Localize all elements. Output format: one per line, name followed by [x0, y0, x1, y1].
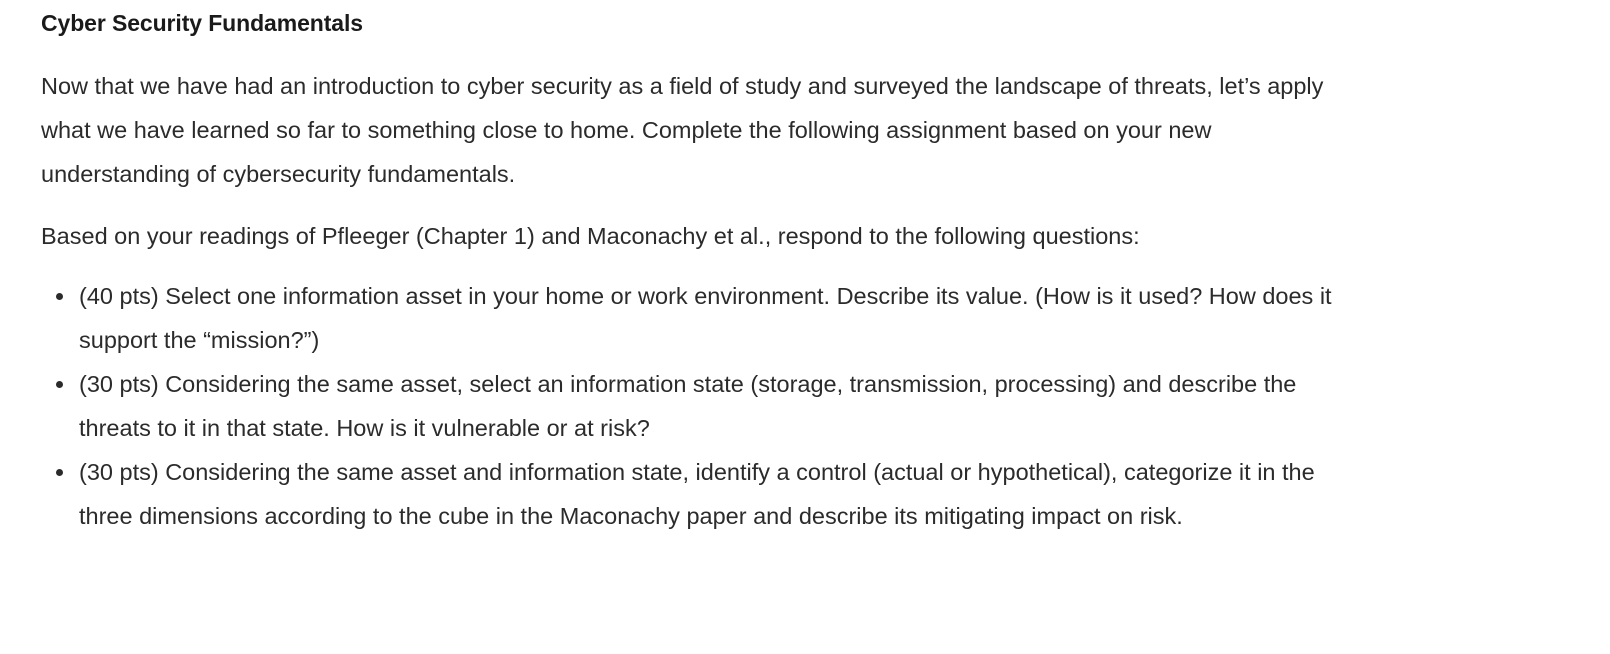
assignment-page: Cyber Security Fundamentals Now that we …: [0, 0, 1610, 654]
list-item: (30 pts) Considering the same asset, sel…: [41, 362, 1361, 450]
question-text: (30 pts) Considering the same asset, sel…: [79, 371, 1297, 441]
question-text: (30 pts) Considering the same asset and …: [79, 459, 1315, 529]
list-item: (30 pts) Considering the same asset and …: [41, 450, 1361, 538]
bullet-icon: [56, 381, 63, 388]
bullet-icon: [56, 293, 63, 300]
question-text: (40 pts) Select one information asset in…: [79, 283, 1332, 353]
intro-paragraph: Now that we have had an introduction to …: [41, 73, 1324, 187]
bullet-icon: [56, 469, 63, 476]
instructions-paragraph: Based on your readings of Pfleeger (Chap…: [41, 223, 1140, 249]
assignment-content: Cyber Security Fundamentals Now that we …: [0, 0, 1361, 538]
question-list: (40 pts) Select one information asset in…: [41, 274, 1361, 538]
page-title: Cyber Security Fundamentals: [41, 10, 363, 36]
list-item: (40 pts) Select one information asset in…: [41, 274, 1361, 362]
